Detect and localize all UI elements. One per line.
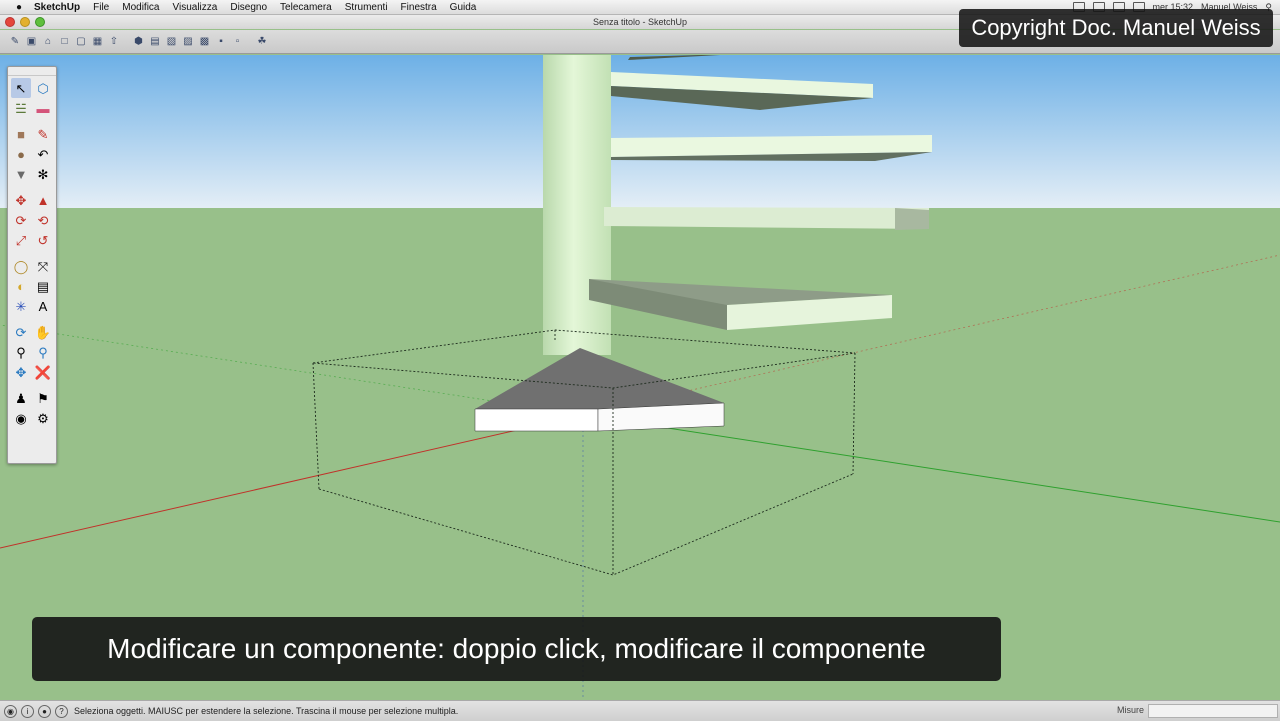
tape-measure-icon[interactable]: ◯ [11, 256, 31, 276]
pan-icon[interactable]: ✋ [33, 322, 53, 342]
status-bar: ◉ i ● ? Seleziona oggetti. MAIUSC per es… [0, 700, 1280, 721]
move-icon[interactable]: ✥ [11, 190, 31, 210]
subtitle-text: Modificare un componente: doppio click, … [107, 633, 926, 664]
menu-app-name[interactable]: SketchUp [34, 2, 80, 13]
tool-palette: ↖ ⬡ ☱ ▬ ■ ✎ ● ↶ ▼ ✻ ✥ ▲ ⟳ ⟲ ⤢ ↺ ◯ ⤧ ◐ ▤ … [7, 66, 57, 464]
pencil-icon[interactable]: ✎ [33, 124, 53, 144]
menu-disegno[interactable]: Disegno [230, 2, 267, 13]
apple-icon[interactable]: ● [12, 2, 26, 13]
status-text: Seleziona oggetti. MAIUSC per estendere … [74, 706, 459, 716]
left-view-icon[interactable]: ▪ [214, 35, 228, 49]
home-icon[interactable]: ⌂ [41, 35, 55, 49]
freehand-icon[interactable]: ✻ [33, 164, 53, 184]
iso-view-icon[interactable]: ⬢ [132, 35, 146, 49]
position-camera-icon[interactable]: ♟ [11, 388, 31, 408]
subtitle-caption: Modificare un componente: doppio click, … [32, 617, 1001, 681]
measurements-input[interactable] [1148, 704, 1278, 718]
front-view-icon[interactable]: ▧ [165, 35, 179, 49]
zoom-window-icon[interactable]: ⚲ [33, 342, 53, 362]
eraser-icon[interactable]: ▬ [33, 98, 53, 118]
arc-icon[interactable]: ↶ [33, 144, 53, 164]
copy-icon[interactable]: ▦ [91, 35, 105, 49]
text-icon[interactable]: ▤ [33, 276, 53, 296]
scene-canvas[interactable] [0, 55, 1280, 700]
section-plane-icon[interactable]: ⚙ [33, 408, 53, 428]
window-title: Senza titolo - SketchUp [592, 17, 688, 27]
bottom-view-icon[interactable]: ▫ [231, 35, 245, 49]
back-view-icon[interactable]: ▩ [198, 35, 212, 49]
hand-icon[interactable]: ▣ [25, 35, 39, 49]
save-icon[interactable]: □ [58, 35, 72, 49]
menu-modifica[interactable]: Modifica [122, 2, 159, 13]
geo-location-icon[interactable]: ◉ [4, 704, 17, 718]
select-icon[interactable]: ↖ [11, 78, 31, 98]
follow-me-icon[interactable]: ⟲ [33, 210, 53, 230]
orbit-icon[interactable]: ⟳ [11, 322, 31, 342]
menu-telecamera[interactable]: Telecamera [280, 2, 332, 13]
footprints-icon[interactable]: ⚑ [33, 388, 53, 408]
scale-icon[interactable]: ⤢ [11, 230, 31, 250]
previous-view-icon[interactable]: ❌ [33, 362, 53, 382]
stair-step-2 [611, 135, 932, 161]
walk-icon[interactable]: ✎ [8, 35, 22, 49]
menu-visualizza[interactable]: Visualizza [173, 2, 218, 13]
top-view-icon[interactable]: ▤ [148, 35, 162, 49]
offset-icon[interactable]: ↺ [33, 230, 53, 250]
zoom-window-icon[interactable] [35, 17, 45, 27]
model-viewport[interactable] [0, 55, 1280, 700]
zoom-extents-icon[interactable]: ✥ [11, 362, 31, 382]
menu-strumenti[interactable]: Strumenti [345, 2, 388, 13]
user-icon[interactable]: ● [38, 704, 51, 718]
look-around-icon[interactable]: ◉ [11, 408, 31, 428]
measurements-label: Misure [1116, 705, 1144, 715]
paint-bucket-icon[interactable]: ☱ [11, 98, 31, 118]
3d-text-icon[interactable]: A [33, 296, 53, 316]
rotate-icon[interactable]: ⟳ [11, 210, 31, 230]
help-icon[interactable]: ? [55, 704, 68, 718]
stair-column [543, 55, 611, 355]
credits-icon[interactable]: i [21, 704, 34, 718]
paste-icon[interactable]: ⇧ [107, 35, 121, 49]
push-pull-icon[interactable]: ▲ [33, 190, 53, 210]
minimize-window-icon[interactable] [20, 17, 30, 27]
rectangle-icon[interactable]: ■ [11, 124, 31, 144]
menu-finestra[interactable]: Finestra [401, 2, 437, 13]
window-controls [5, 17, 45, 27]
copyright-overlay: Copyright Doc. Manuel Weiss [959, 9, 1273, 47]
circle-icon[interactable]: ● [11, 144, 31, 164]
extension-icon[interactable]: ☘ [255, 35, 269, 49]
zoom-icon[interactable]: ⚲ [11, 342, 31, 362]
close-window-icon[interactable] [5, 17, 15, 27]
menu-file[interactable]: File [93, 2, 109, 13]
axes-icon[interactable]: ✳ [11, 296, 31, 316]
cut-icon[interactable]: ▢ [74, 35, 88, 49]
menu-guida[interactable]: Guida [450, 2, 477, 13]
palette-drag-bar[interactable] [8, 67, 56, 76]
dimension-icon[interactable]: ⤧ [33, 256, 53, 276]
right-view-icon[interactable]: ▨ [181, 35, 195, 49]
component-icon[interactable]: ⬡ [33, 78, 53, 98]
polygon-icon[interactable]: ▼ [11, 164, 31, 184]
protractor-icon[interactable]: ◐ [11, 276, 31, 296]
copyright-text: Copyright Doc. Manuel Weiss [971, 15, 1261, 40]
